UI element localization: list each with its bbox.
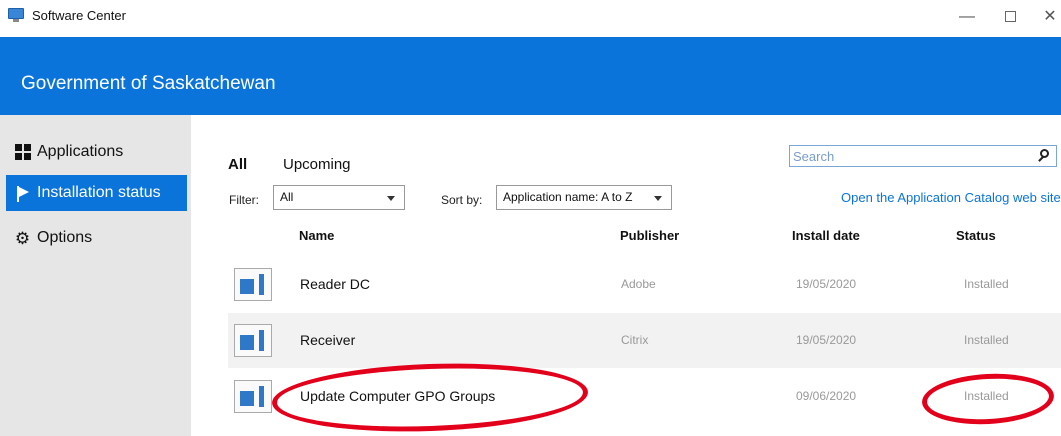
app-status: Installed [964,277,1009,291]
application-catalog-link[interactable]: Open the Application Catalog web site [841,190,1061,205]
gear-icon: ⚙ [14,228,31,248]
sort-dropdown[interactable]: Application name: A to Z [496,185,672,210]
sidebar: Applications Installation status ⚙ Optio… [0,115,191,436]
applications-grid-icon [14,144,31,161]
app-install-date: 09/06/2020 [796,389,857,403]
search-input[interactable] [790,146,1030,166]
chevron-down-icon [387,196,395,201]
sidebar-item-installation-status[interactable]: Installation status [6,175,187,211]
filter-dropdown[interactable]: All [273,185,405,210]
flag-icon [14,185,31,202]
app-publisher: Adobe [621,277,656,291]
search-icon[interactable] [1037,148,1052,164]
application-icon [234,324,272,357]
sidebar-item-applications[interactable]: Applications [6,134,187,170]
app-name: Reader DC [300,276,371,292]
window-title: Software Center [32,8,126,23]
search-box[interactable] [789,145,1057,167]
tab-all[interactable]: All [228,156,247,173]
sidebar-item-label: Installation status [37,184,161,201]
column-header-install-date[interactable]: Install date [792,228,860,243]
sidebar-item-options[interactable]: ⚙ Options [6,220,187,256]
app-name: Receiver [300,332,356,348]
app-install-date: 19/05/2020 [796,333,857,347]
app-publisher: Citrix [621,333,649,347]
sort-value: Application name: A to Z [503,190,633,204]
organization-name: Government of Saskatchewan [21,73,276,94]
app-status: Installed [964,389,1009,403]
minimize-button[interactable]: — [952,6,982,28]
sidebar-item-label: Options [37,229,93,246]
filter-value: All [280,190,294,204]
app-name: Update Computer GPO Groups [300,388,496,404]
chevron-down-icon [654,196,662,201]
close-icon: ✕ [1043,8,1057,25]
tab-upcoming[interactable]: Upcoming [283,156,351,173]
table-row[interactable]: Receiver Citrix 19/05/2020 Installed [228,313,1061,368]
application-icon [234,380,272,413]
minimize-icon: — [959,8,975,25]
sort-label: Sort by: [441,193,483,207]
app-install-date: 19/05/2020 [796,277,857,291]
title-bar: Software Center — ✕ [0,0,1061,37]
close-button[interactable]: ✕ [1035,6,1061,28]
column-header-name[interactable]: Name [299,228,334,243]
table-row[interactable]: Update Computer GPO Groups 09/06/2020 In… [228,369,1061,424]
sidebar-item-label: Applications [37,143,124,160]
organization-header: Government of Saskatchewan [0,37,1061,115]
column-header-status[interactable]: Status [956,228,996,243]
filter-label: Filter: [229,193,259,207]
software-center-icon [8,8,24,22]
table-row[interactable]: Reader DC Adobe 19/05/2020 Installed [228,257,1061,312]
maximize-icon [1004,11,1016,23]
column-header-publisher[interactable]: Publisher [620,228,679,243]
application-icon [234,268,272,301]
maximize-button[interactable] [995,6,1025,28]
app-status: Installed [964,333,1009,347]
